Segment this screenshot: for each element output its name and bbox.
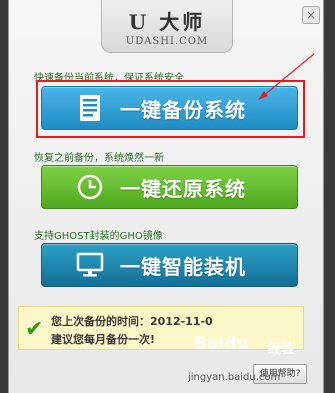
logo-subtitle: UDASHI.COM <box>125 36 209 47</box>
logo-text: U 大师 <box>128 10 206 34</box>
smart-install-button[interactable]: 一键智能装机 <box>41 243 298 287</box>
restore-system-label: 一键还原系统 <box>120 176 246 201</box>
watermark-suffix: 经验 <box>268 342 295 357</box>
baidu-watermark: Baidu 经验 jingyan.baidu.com <box>188 332 308 383</box>
logo-tab: U 大师 UDASHI.COM <box>101 0 233 53</box>
close-button[interactable]: × <box>302 6 320 24</box>
restore-description: 恢复之前备份，系统焕然一新 <box>34 153 164 164</box>
clock-icon <box>70 166 110 208</box>
last-backup-time: 您上次备份的时间：2012-11-0 <box>51 315 213 328</box>
watermark-brand: Baidu <box>194 334 249 354</box>
backup-advice: 建议您每月备份一次! <box>51 333 156 346</box>
install-description: 支持GHOST封装的GHO镜像 <box>34 231 163 242</box>
checkmark-icon: ✔ <box>25 317 44 342</box>
watermark-url: jingyan.baidu.com <box>188 372 281 383</box>
annotation-highlight-box <box>36 80 305 138</box>
smart-install-label: 一键智能装机 <box>120 254 246 279</box>
restore-system-button[interactable]: 一键还原系统 <box>41 165 298 209</box>
monitor-icon <box>70 244 110 286</box>
